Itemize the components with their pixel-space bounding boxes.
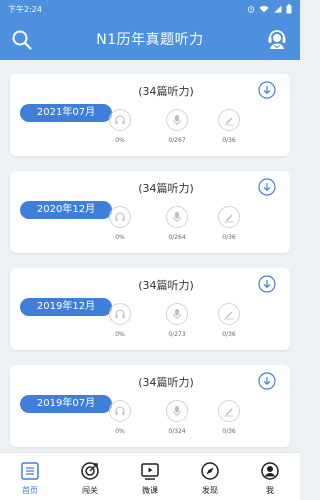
download-icon[interactable] bbox=[258, 178, 276, 196]
bottom-tab-bar: 首页 闯关 微课 发现 我 bbox=[0, 452, 300, 500]
card-count: (34篇听力) bbox=[138, 85, 194, 98]
card-count: (34篇听力) bbox=[138, 182, 194, 195]
headphones-icon bbox=[115, 115, 125, 124]
sentences-stat: 0/267 bbox=[162, 109, 192, 144]
exercises-stat: 0/36 bbox=[214, 303, 244, 338]
progress-stat: 0% bbox=[105, 303, 135, 338]
tab-microclass[interactable]: 微课 bbox=[120, 453, 180, 500]
signal-icon bbox=[274, 5, 282, 13]
app-bar: N1历年真题听力 bbox=[0, 18, 300, 60]
card-count: (34篇听力) bbox=[138, 376, 194, 389]
exam-list: (34篇听力) 2021年07月 0% 0/267 0/36 (34篇听力) 2… bbox=[0, 60, 300, 452]
tab-label: 微课 bbox=[142, 486, 158, 495]
date-badge: 2021年07月 bbox=[20, 104, 112, 122]
progress-stat: 0% bbox=[105, 109, 135, 144]
alarm-icon bbox=[247, 6, 255, 13]
date-badge: 2020年12月 bbox=[20, 201, 112, 219]
stat-value: 0% bbox=[115, 428, 125, 435]
video-icon bbox=[141, 463, 159, 480]
tab-label: 首页 bbox=[22, 486, 38, 495]
status-bar: 下午2:24 bbox=[0, 0, 300, 18]
stat-value: 0/264 bbox=[168, 234, 186, 241]
exam-card[interactable]: (34篇听力) 2020年12月 0% 0/264 0/36 bbox=[10, 171, 290, 253]
tab-label: 闯关 bbox=[82, 486, 98, 495]
stat-value: 0/273 bbox=[168, 331, 186, 338]
stat-value: 0/267 bbox=[168, 137, 186, 144]
sentences-stat: 0/264 bbox=[162, 206, 192, 241]
exam-card[interactable]: (34篇听力) 2019年12月 0% 0/273 0/36 bbox=[10, 268, 290, 350]
stat-value: 0/36 bbox=[222, 234, 236, 241]
exam-card[interactable]: (34篇听力) 2021年07月 0% 0/267 0/36 bbox=[10, 74, 290, 156]
exercises-stat: 0/36 bbox=[214, 109, 244, 144]
card-count: (34篇听力) bbox=[138, 279, 194, 292]
tab-label: 我 bbox=[266, 486, 274, 495]
microphone-icon bbox=[173, 309, 181, 320]
download-icon[interactable] bbox=[258, 372, 276, 390]
wifi-icon bbox=[259, 5, 269, 13]
stat-value: 0/36 bbox=[222, 137, 236, 144]
stat-value: 0% bbox=[115, 234, 125, 241]
tab-discover[interactable]: 发现 bbox=[180, 453, 240, 500]
progress-stat: 0% bbox=[105, 400, 135, 435]
search-button[interactable] bbox=[11, 29, 33, 51]
pencil-icon bbox=[224, 214, 234, 223]
microphone-icon bbox=[173, 212, 181, 223]
compass-icon bbox=[201, 462, 219, 480]
sentences-stat: 0/324 bbox=[162, 400, 192, 435]
tab-challenge[interactable]: 闯关 bbox=[60, 453, 120, 500]
headset-user-icon bbox=[268, 30, 286, 49]
exercises-stat: 0/36 bbox=[214, 206, 244, 241]
date-badge: 2019年07月 bbox=[20, 395, 112, 413]
status-icons bbox=[247, 4, 292, 14]
tab-me[interactable]: 我 bbox=[240, 453, 300, 500]
exercises-stat: 0/36 bbox=[214, 400, 244, 435]
progress-stat: 0% bbox=[105, 206, 135, 241]
headphones-icon bbox=[115, 212, 125, 221]
battery-icon bbox=[286, 4, 292, 14]
search-icon bbox=[12, 30, 32, 50]
stat-value: 0/36 bbox=[222, 428, 236, 435]
exam-card[interactable]: (34篇听力) 2019年07月 0% 0/324 0/36 bbox=[10, 365, 290, 447]
stat-value: 0/324 bbox=[168, 428, 186, 435]
status-time: 下午2:24 bbox=[8, 4, 42, 14]
tab-label: 发现 bbox=[202, 486, 218, 495]
tab-home[interactable]: 首页 bbox=[0, 453, 60, 500]
date-badge: 2019年12月 bbox=[20, 298, 112, 316]
download-icon[interactable] bbox=[258, 81, 276, 99]
support-button[interactable] bbox=[265, 27, 289, 51]
person-icon bbox=[261, 462, 279, 480]
stat-value: 0% bbox=[115, 137, 125, 144]
stat-value: 0% bbox=[115, 331, 125, 338]
download-icon[interactable] bbox=[258, 275, 276, 293]
stat-value: 0/36 bbox=[222, 331, 236, 338]
headphones-icon bbox=[115, 406, 125, 415]
pencil-icon bbox=[224, 311, 234, 320]
page-title: N1历年真题听力 bbox=[96, 32, 204, 48]
sentences-stat: 0/273 bbox=[162, 303, 192, 338]
target-icon bbox=[81, 462, 99, 480]
pencil-icon bbox=[224, 408, 234, 417]
microphone-icon bbox=[173, 115, 181, 126]
headphones-icon bbox=[115, 309, 125, 318]
pencil-icon bbox=[224, 117, 234, 126]
microphone-icon bbox=[173, 406, 181, 417]
home-list-icon bbox=[21, 462, 39, 480]
